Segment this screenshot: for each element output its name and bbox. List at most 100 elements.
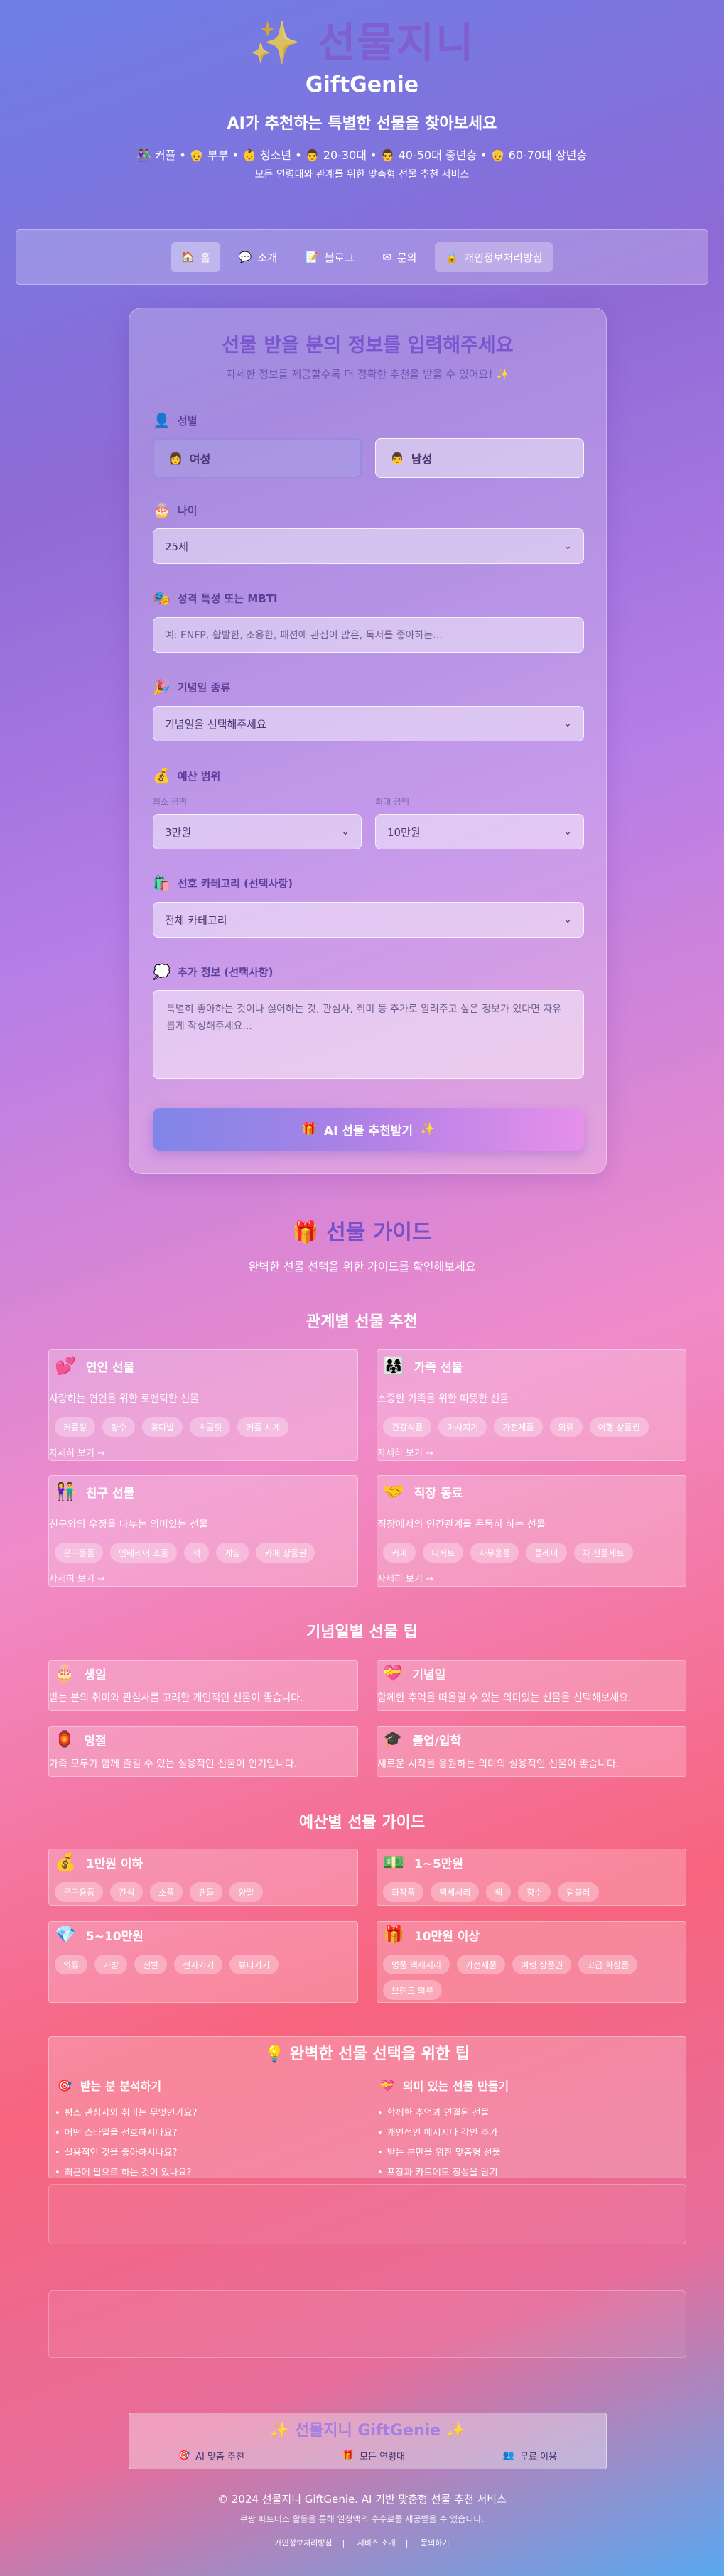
sparkle-icon: ✨ — [269, 2422, 290, 2440]
tag[interactable]: 신발 — [134, 1955, 168, 1974]
more-link[interactable]: 자세히 보기 → — [377, 1571, 433, 1585]
birthday-cake-icon: 🎂 — [55, 1665, 75, 1683]
footer-link-about[interactable]: 서비스 소개 — [357, 2538, 396, 2548]
tag[interactable]: 텀블러 — [558, 1882, 599, 1902]
budget-max-label: 최대 금액 — [375, 797, 409, 807]
tag[interactable]: 고급 화장품 — [578, 1955, 638, 1974]
people-icon: 👥 — [502, 2450, 515, 2461]
occasion-label: 🎉 기념일 종류 — [153, 678, 231, 695]
empty-panel — [48, 2184, 686, 2244]
nav-blog[interactable]: 📝 블로그 — [296, 242, 364, 272]
list-item: 개인적인 메시지나 각인 추가 — [377, 2124, 509, 2143]
tag[interactable]: 여행 상품권 — [512, 1955, 572, 1974]
occasion-select[interactable]: 기념일을 선택해주세요 ⌄ — [153, 706, 584, 741]
nav-privacy[interactable]: 🔒 개인정보처리방침 — [435, 242, 553, 272]
budget-card-over-100k: 🎁 10만원 이상 명품 액세서리 가전제품 여행 상품권 고급 화장품 브랜드 … — [377, 1921, 686, 2003]
site-title: ✨ 선물지니 — [249, 18, 475, 67]
money-bag-icon: 💰 — [55, 1852, 76, 1872]
footer-link-contact[interactable]: 문의하기 — [421, 2538, 449, 2548]
more-link[interactable]: 자세히 보기 → — [49, 1445, 105, 1459]
sparkle-icon: ✨ — [249, 18, 302, 67]
tag[interactable]: 캔들 — [190, 1882, 223, 1902]
relation-card-lover[interactable]: 💕 연인 선물 사랑하는 연인을 위한 로맨틱한 선물 커플링 향수 꽃다발 초콜… — [48, 1349, 358, 1461]
footer-feature-ages: 🎁 모든 연령대 — [342, 2450, 405, 2462]
chevron-down-icon: ⌄ — [563, 718, 572, 729]
tag[interactable]: 가전제품 — [494, 1417, 543, 1437]
list-item: 최근에 필요로 하는 것이 있나요? — [55, 2163, 197, 2183]
relation-card-family[interactable]: 👨‍👩‍👧 가족 선물 소중한 가족을 위한 따뜻한 선물 건강식품 마사지기 가… — [377, 1349, 686, 1461]
budget-min-select[interactable]: 3만원 ⌄ — [153, 814, 362, 849]
memo-icon: 📝 — [306, 251, 319, 263]
tag[interactable]: 액세서리 — [431, 1882, 480, 1902]
more-link[interactable]: 자세히 보기 → — [49, 1571, 105, 1585]
tag[interactable]: 건강식품 — [383, 1417, 432, 1437]
category-select[interactable]: 전체 카테고리 ⌄ — [153, 902, 584, 938]
tag[interactable]: 명품 액세서리 — [383, 1955, 450, 1974]
chevron-down-icon: ⌄ — [563, 826, 572, 837]
tag[interactable]: 가전제품 — [457, 1955, 506, 1974]
relation-card-friend[interactable]: 👫 친구 선물 친구와의 우정을 나누는 의미있는 선물 문구용품 인테리어 소품… — [48, 1475, 358, 1587]
tag[interactable]: 커플 시계 — [237, 1417, 289, 1437]
graduation-cap-icon: 🎓 — [383, 1731, 403, 1749]
tag[interactable]: 사무용품 — [470, 1543, 519, 1563]
male-icon: 👨 — [390, 451, 404, 465]
gender-female-button[interactable]: 👩 여성 — [153, 438, 362, 478]
tag[interactable]: 인테리어 소품 — [110, 1543, 178, 1563]
chevron-down-icon: ⌄ — [563, 914, 572, 925]
tag[interactable]: 화장품 — [383, 1882, 424, 1902]
chat-icon: 💬 — [238, 251, 252, 263]
tag[interactable]: 향수 — [102, 1417, 136, 1437]
gift-icon: 🎁 — [301, 1122, 317, 1136]
header: ✨ 선물지니 GiftGenie AI가 추천하는 특별한 선물을 찾아보세요 … — [0, 0, 724, 182]
gift-icon: 🎁 — [383, 1925, 404, 1945]
tag[interactable]: 가방 — [94, 1955, 128, 1974]
form-subtitle: 자세한 정보를 제공할수록 더 정확한 추천을 받을 수 있어요! ✨ — [226, 368, 509, 381]
tag[interactable]: 커피 — [383, 1543, 416, 1563]
tag[interactable]: 여행 상품권 — [589, 1417, 649, 1437]
tag[interactable]: 브랜드 의류 — [383, 1980, 443, 2000]
tag[interactable]: 커플링 — [55, 1417, 96, 1437]
heart-gift-icon: 💝 — [383, 1665, 403, 1683]
tag[interactable]: 차 선물세트 — [573, 1543, 633, 1563]
nav-about[interactable]: 💬 소개 — [229, 242, 287, 272]
tag[interactable]: 간식 — [110, 1882, 144, 1902]
age-select[interactable]: 25세 ⌄ — [153, 528, 584, 564]
occasion-card-holiday: 🏮 명절 가족 모두가 함께 즐길 수 있는 실용적인 선물이 인기입니다. — [48, 1726, 358, 1777]
submit-button[interactable]: 🎁 AI 선물 추천받기 ✨ — [153, 1108, 584, 1151]
budget-max-select[interactable]: 10만원 ⌄ — [375, 814, 584, 849]
tag[interactable]: 전자기기 — [174, 1955, 223, 1974]
guide-title: 🎁 선물 가이드 — [292, 1220, 432, 1245]
footer-link-privacy[interactable]: 개인정보처리방침 — [275, 2538, 333, 2548]
tag[interactable]: 의류 — [55, 1955, 88, 1974]
tag[interactable]: 뷰티기기 — [229, 1955, 279, 1974]
nav-contact[interactable]: ✉ 문의 — [372, 242, 426, 272]
tag[interactable]: 문구용품 — [55, 1882, 104, 1902]
more-link[interactable]: 자세히 보기 → — [377, 1445, 433, 1459]
footer-links: 개인정보처리방침 | 서비스 소개 | 문의하기 — [274, 2538, 450, 2548]
mbti-input[interactable]: 예: ENFP, 활발한, 조용한, 패션에 관심이 많은, 독서를 좋아하는.… — [153, 617, 584, 653]
tag[interactable]: 의류 — [549, 1417, 583, 1437]
tips-panel: 💡 완벽한 선물 선택을 위한 팁 🎯받는 분 분석하기 평소 관심사와 취미는… — [48, 2036, 686, 2178]
footer-feature-free: 👥 무료 이용 — [502, 2450, 558, 2462]
budget-label: 💰 예산 범위 — [153, 767, 221, 784]
nav-home[interactable]: 🏠 홈 — [171, 242, 220, 272]
tag[interactable]: 양말 — [229, 1882, 263, 1902]
tag[interactable]: 문구용품 — [55, 1543, 104, 1563]
occasion-card-birthday: 🎂 생일 받는 분의 취미와 관심사를 고려한 개인적인 선물이 좋습니다. — [48, 1660, 358, 1711]
tag[interactable]: 카페 상품권 — [256, 1543, 315, 1563]
tag[interactable]: 디저트 — [423, 1543, 464, 1563]
tag[interactable]: 책 — [486, 1882, 512, 1902]
gender-male-button[interactable]: 👨 남성 — [375, 438, 584, 478]
tag[interactable]: 소품 — [150, 1882, 183, 1902]
relation-card-coworker[interactable]: 🤝 직장 동료 직장에서의 인간관계를 돈독히 하는 선물 커피 디저트 사무용품… — [377, 1475, 686, 1587]
extra-info-textarea[interactable]: 특별히 좋아하는 것이나 싫어하는 것, 관심사, 취미 등 추가로 알려주고 … — [153, 990, 584, 1079]
tag[interactable]: 향수 — [518, 1882, 551, 1902]
tag[interactable]: 게임 — [216, 1543, 249, 1563]
tag[interactable]: 초콜릿 — [190, 1417, 231, 1437]
tag[interactable]: 마사지기 — [438, 1417, 487, 1437]
tag[interactable]: 꽃다발 — [142, 1417, 183, 1437]
tag[interactable]: 플레너 — [526, 1543, 567, 1563]
tag[interactable]: 책 — [184, 1543, 210, 1563]
list-item: 어떤 스타일을 선호하시나요? — [55, 2124, 197, 2143]
partner-notice: 쿠팡 파트너스 활동을 통해 일정액의 수수료를 제공받을 수 있습니다. — [239, 2514, 485, 2524]
